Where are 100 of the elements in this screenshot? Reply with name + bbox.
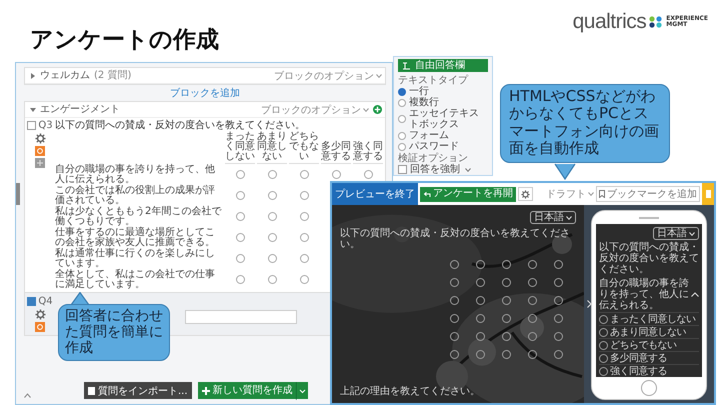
settings-icon[interactable] — [34, 133, 46, 144]
radio-button[interactable] — [528, 314, 537, 323]
radio-button[interactable] — [528, 332, 537, 341]
radio-button[interactable] — [364, 170, 372, 179]
radio-button[interactable] — [268, 275, 276, 284]
radio-button[interactable] — [300, 191, 308, 200]
radio-button[interactable] — [268, 233, 276, 242]
radio-button[interactable] — [450, 278, 459, 287]
caret-icon[interactable] — [296, 382, 308, 400]
language-dropdown[interactable]: 日本語 — [530, 211, 576, 224]
radio-button[interactable] — [450, 260, 459, 269]
settings-icon[interactable] — [34, 309, 46, 320]
radio-button[interactable] — [398, 142, 406, 150]
answer-option[interactable]: 強く同意する — [599, 364, 699, 377]
radio-button[interactable] — [450, 350, 459, 359]
radio-button[interactable] — [236, 191, 244, 200]
caret-icon[interactable] — [30, 106, 36, 112]
radio-button[interactable] — [476, 314, 485, 323]
exit-preview-button[interactable]: プレビューを終了 — [332, 183, 418, 205]
callout-pointer — [70, 292, 90, 305]
home-button[interactable] — [641, 380, 657, 396]
logo-wordmark: qualtrics — [572, 10, 646, 34]
radio-button[interactable] — [398, 88, 406, 96]
radio-button[interactable] — [300, 170, 308, 179]
radio-button[interactable] — [236, 170, 244, 179]
radio-button[interactable] — [398, 132, 406, 140]
statement-text: 仕事をするのに最適な場所としてこの会社を家族や友人に推薦できる。 — [55, 227, 216, 248]
option-label: エッセイテキストボックス — [409, 108, 480, 130]
radio-button[interactable] — [268, 191, 276, 200]
question-text: 上記の理由を教えてください。 — [340, 386, 481, 397]
question-text: 以下の質問への賛成・反対の度合いを教えてください。 — [340, 228, 571, 250]
settings-dropdown[interactable] — [518, 187, 533, 201]
radio-button[interactable] — [476, 350, 485, 359]
block-title: エンゲージメント — [40, 104, 120, 115]
radio-button[interactable] — [268, 212, 276, 221]
question-type-dropdown[interactable]: 自由回答欄 — [398, 59, 488, 72]
block-options-dropdown[interactable]: ブロックのオプション — [261, 102, 369, 116]
radio-button[interactable] — [268, 170, 276, 179]
radio-button[interactable] — [398, 98, 406, 106]
checkbox[interactable] — [27, 297, 36, 306]
radio-button[interactable] — [236, 233, 244, 242]
radio-button[interactable] — [476, 296, 485, 305]
radio-button[interactable] — [398, 115, 406, 123]
bookmark-field[interactable]: ブックマークを追加 — [596, 186, 700, 202]
language-dropdown[interactable]: 日本語 — [653, 227, 699, 240]
radio-button[interactable] — [528, 278, 537, 287]
add-block-link[interactable]: ブロックを追加 — [170, 86, 240, 100]
radio-button[interactable] — [502, 278, 511, 287]
column-header: 多少同意する — [321, 142, 351, 164]
radio-button[interactable] — [554, 260, 563, 269]
radio-button[interactable] — [476, 260, 485, 269]
radio-button[interactable] — [502, 296, 511, 305]
radio-button[interactable] — [450, 332, 459, 341]
radio-button[interactable] — [300, 233, 308, 242]
answer-option[interactable]: あまり同意しない — [599, 325, 699, 338]
radio-button[interactable] — [554, 278, 563, 287]
statement-text: 自分の職場の事を誇りを持って、他人に伝えられる。 — [599, 278, 690, 311]
block-title: ウェルカム — [40, 70, 90, 81]
create-question-button[interactable]: 新しい質問を作成 — [198, 382, 308, 399]
block-options-dropdown[interactable]: ブロックのオプション — [274, 68, 382, 82]
radio-button[interactable] — [554, 350, 563, 359]
caret-icon[interactable] — [30, 72, 36, 78]
radio-button[interactable] — [528, 260, 537, 269]
radio-button[interactable] — [300, 275, 308, 284]
radio-button[interactable] — [528, 296, 537, 305]
radio-button[interactable] — [476, 332, 485, 341]
radio-button[interactable] — [236, 275, 244, 284]
radio-button[interactable] — [554, 296, 563, 305]
answer-option[interactable]: まったく同意しない — [599, 312, 699, 325]
settings-icon[interactable] — [521, 190, 530, 198]
answer-option[interactable]: 多少同意する — [599, 351, 699, 364]
radio-button[interactable] — [528, 350, 537, 359]
radio-button[interactable] — [450, 296, 459, 305]
radio-button[interactable] — [300, 212, 308, 221]
statement-text: 自分の職場の事を誇りを持って、他人に伝えられる。 — [55, 164, 216, 185]
radio-button[interactable] — [502, 314, 511, 323]
radio-button[interactable] — [502, 332, 511, 341]
radio-button[interactable] — [236, 212, 244, 221]
checkbox[interactable] — [398, 165, 407, 174]
radio-button[interactable] — [450, 314, 459, 323]
add-icon[interactable] — [373, 105, 382, 114]
radio-button[interactable] — [476, 278, 485, 287]
radio-button[interactable] — [554, 314, 563, 323]
document-icon — [88, 386, 95, 394]
import-questions-button[interactable]: 質問をインポート... — [84, 382, 192, 399]
callout-pointer — [554, 162, 576, 182]
radio-button[interactable] — [300, 254, 308, 263]
status-dropdown[interactable]: ドラフト — [546, 187, 594, 201]
radio-button[interactable] — [554, 332, 563, 341]
create-question-label[interactable]: 新しい質問を作成 — [212, 385, 293, 396]
restart-survey-button[interactable]: アンケートを再開 — [420, 186, 516, 202]
section-label: 検証オプション — [398, 153, 469, 164]
option-label: フォーム — [409, 130, 449, 141]
radio-button[interactable] — [502, 260, 511, 269]
checkbox[interactable] — [27, 121, 36, 130]
radio-button[interactable] — [268, 254, 276, 263]
radio-button[interactable] — [502, 350, 511, 359]
radio-button[interactable] — [332, 170, 340, 179]
radio-button[interactable] — [236, 254, 244, 263]
answer-option[interactable]: どちらでもない — [599, 338, 699, 351]
